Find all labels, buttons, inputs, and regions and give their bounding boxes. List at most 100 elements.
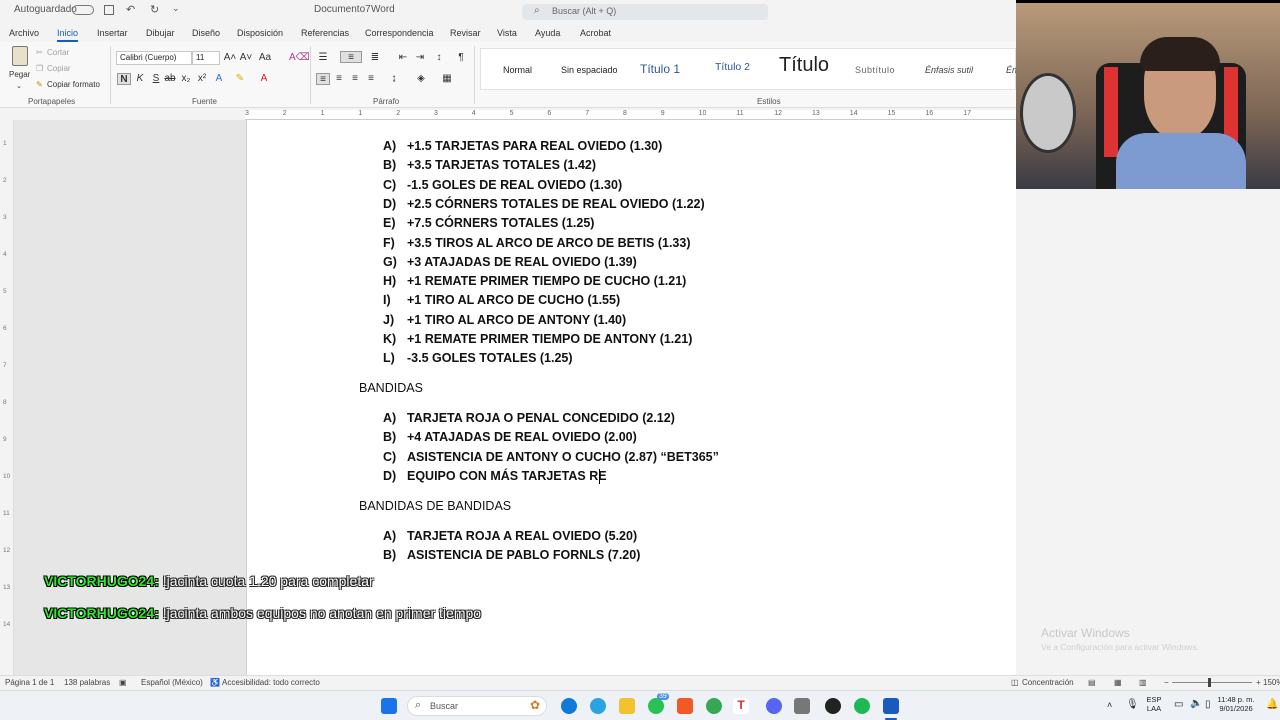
tab-inicio[interactable]: Inicio: [57, 28, 79, 42]
font-family-select[interactable]: Calibri (Cuerpo): [116, 51, 192, 65]
tab-dibujar[interactable]: Dibujar: [146, 28, 175, 38]
clock[interactable]: 11:48 p. m. 9/01/2026: [1208, 695, 1264, 713]
style-titulo-1[interactable]: Título 1: [640, 62, 680, 76]
horizontal-ruler[interactable]: 3 2 1 1 2 3 4 5 6 7 8 9 10 11 12 13 14 15 16 17: [245, 110, 1016, 120]
save-icon[interactable]: [104, 5, 114, 15]
whatsapp-icon[interactable]: [648, 698, 664, 714]
font-size-select[interactable]: 11: [192, 51, 220, 65]
cut-icon[interactable]: ✂: [36, 48, 43, 57]
tab-revisar[interactable]: Revisar: [450, 28, 481, 38]
style-subtitulo[interactable]: Subtítulo: [855, 65, 895, 75]
format-painter-icon[interactable]: ✎: [36, 80, 43, 89]
network-icon[interactable]: ▭: [1174, 699, 1183, 710]
focus-mode[interactable]: Concentración: [1022, 678, 1074, 687]
grow-font-icon[interactable]: A˄: [223, 52, 237, 64]
accessibility-icon[interactable]: ♿: [210, 678, 220, 687]
zoom-slider[interactable]: [1172, 682, 1252, 683]
style-normal[interactable]: Normal: [503, 65, 532, 75]
autosave-toggle[interactable]: [72, 5, 94, 15]
paste-icon[interactable]: [12, 46, 28, 66]
shrink-font-icon[interactable]: A˅: [239, 52, 253, 64]
format-painter-button[interactable]: Copiar formato: [47, 80, 100, 89]
tab-correspondencia[interactable]: Correspondencia: [365, 28, 434, 38]
increase-indent-icon[interactable]: ⇥: [413, 52, 427, 64]
multilevel-icon[interactable]: ≣: [368, 52, 382, 64]
subscript-icon[interactable]: x₂: [179, 73, 193, 85]
paste-button[interactable]: Pegar: [9, 70, 30, 79]
tab-disposicion[interactable]: Disposición: [237, 28, 283, 38]
undo-icon[interactable]: ↶: [126, 3, 135, 16]
superscript-icon[interactable]: x²: [195, 73, 209, 85]
volume-icon[interactable]: 🔈: [1190, 698, 1202, 709]
text-effects-icon[interactable]: A: [212, 73, 226, 85]
language-indicator[interactable]: ESP LAA: [1143, 695, 1165, 713]
bold-icon[interactable]: N: [117, 73, 131, 85]
zoom-in-icon[interactable]: +: [1256, 678, 1261, 687]
calculator-icon[interactable]: [794, 698, 810, 714]
text-app-icon[interactable]: T: [733, 698, 749, 714]
shading-icon[interactable]: ◈: [414, 73, 428, 85]
style-enfasis-sutil[interactable]: Énfasis sutil: [925, 65, 973, 75]
line-spacing-icon[interactable]: ↨: [387, 73, 401, 85]
highlight-icon[interactable]: ✎: [233, 73, 247, 85]
taskbar-search[interactable]: ⌕ Buscar ✿: [407, 696, 547, 716]
word-icon[interactable]: [883, 698, 899, 714]
redo-icon[interactable]: ↻: [150, 3, 159, 16]
style-titulo-2[interactable]: Título 2: [715, 61, 750, 73]
align-right-icon[interactable]: ≡: [348, 73, 362, 85]
style-titulo[interactable]: Título: [779, 54, 829, 77]
align-center-icon[interactable]: ≡: [332, 73, 346, 85]
tab-diseno[interactable]: Diseño: [192, 28, 220, 38]
search-input[interactable]: ⌕ Buscar (Alt + Q): [522, 4, 768, 20]
obs-icon[interactable]: [825, 698, 841, 714]
read-mode-icon[interactable]: ▤: [1088, 678, 1096, 687]
cut-button[interactable]: Cortar: [47, 48, 69, 57]
zoom-out-icon[interactable]: −: [1164, 678, 1169, 687]
copy-icon[interactable]: ❐: [36, 64, 43, 73]
tab-acrobat[interactable]: Acrobat: [580, 28, 611, 38]
discord-icon[interactable]: [766, 698, 782, 714]
bullets-icon[interactable]: ☰: [316, 52, 330, 64]
print-layout-icon[interactable]: ▦: [1114, 678, 1122, 687]
sort-icon[interactable]: ↕: [432, 52, 446, 64]
chevron-down-icon[interactable]: ⌄: [172, 3, 180, 14]
focus-icon[interactable]: ◫: [1011, 678, 1019, 687]
strikethrough-icon[interactable]: ab: [163, 73, 177, 85]
telegram-icon[interactable]: [590, 698, 606, 714]
zoom-level[interactable]: 150%: [1263, 678, 1280, 687]
chrome-icon[interactable]: [706, 698, 722, 714]
tab-vista[interactable]: Vista: [497, 28, 517, 38]
style-sin-espaciado[interactable]: Sin espaciado: [561, 65, 618, 75]
tab-ayuda[interactable]: Ayuda: [535, 28, 560, 38]
language-indicator[interactable]: Español (México): [141, 678, 203, 687]
paste-chevron-icon[interactable]: ⌄: [16, 82, 22, 90]
word-count[interactable]: 138 palabras: [64, 678, 110, 687]
tab-insertar[interactable]: Insertar: [97, 28, 128, 38]
zoom-slider-thumb[interactable]: [1208, 678, 1211, 687]
copy-button[interactable]: Copiar: [47, 64, 71, 73]
italic-icon[interactable]: K: [133, 73, 147, 85]
file-explorer-icon[interactable]: [619, 698, 635, 714]
vertical-ruler[interactable]: 1 2 3 4 5 6 7 8 9 10 11 12 13 14: [0, 120, 14, 675]
brave-icon[interactable]: [677, 698, 693, 714]
font-color-icon[interactable]: A: [257, 73, 271, 85]
tab-referencias[interactable]: Referencias: [301, 28, 349, 38]
decrease-indent-icon[interactable]: ⇤: [396, 52, 410, 64]
tab-archivo[interactable]: Archivo: [9, 28, 39, 38]
numbering-icon[interactable]: ≡: [340, 51, 362, 63]
windows-start-icon[interactable]: [381, 698, 397, 714]
accessibility-status[interactable]: Accesibilidad: todo correcto: [222, 678, 320, 687]
show-marks-icon[interactable]: ¶: [454, 52, 468, 64]
tray-chevron-icon[interactable]: ˄: [1107, 700, 1112, 710]
align-left-icon[interactable]: ≡: [316, 73, 330, 85]
spotify-icon[interactable]: [854, 698, 870, 714]
change-case-icon[interactable]: Aa: [258, 52, 272, 64]
microphone-icon[interactable]: 🎙: [1126, 699, 1139, 710]
web-layout-icon[interactable]: ▥: [1139, 678, 1147, 687]
underline-icon[interactable]: S: [149, 73, 163, 85]
edge-icon[interactable]: [561, 698, 577, 714]
borders-icon[interactable]: ▦: [440, 73, 454, 85]
clear-format-icon[interactable]: A⌫: [289, 52, 310, 64]
page-count[interactable]: Página 1 de 1: [5, 678, 54, 687]
proofing-icon[interactable]: ▣: [119, 678, 127, 687]
